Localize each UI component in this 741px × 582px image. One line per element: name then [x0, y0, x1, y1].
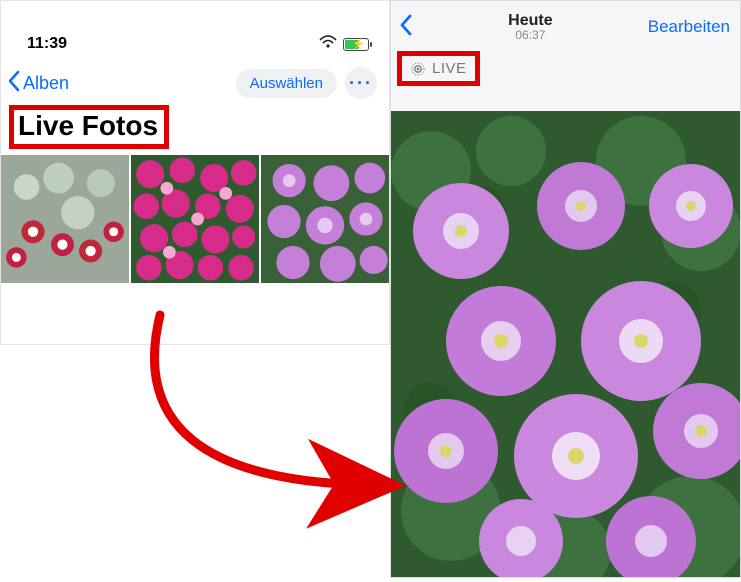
photo-grid [1, 155, 389, 283]
wifi-icon [319, 35, 337, 54]
back-label: Alben [23, 73, 69, 94]
battery-icon: ⚡ [343, 38, 369, 51]
highlight-box-live-badge: LIVE [397, 51, 480, 86]
photo-detail-screen: Heute 06:37 Bearbeiten LIVE [390, 0, 741, 578]
highlight-box-title: Live Fotos [9, 105, 169, 149]
edit-button[interactable]: Bearbeiten [648, 17, 730, 37]
album-grid-screen: 11:39 ⚡ Alben Auswählen ··· Live Fotos [0, 0, 390, 345]
status-bar: 11:39 ⚡ [1, 1, 389, 47]
ellipsis-icon: ··· [349, 73, 373, 94]
nav-header: Alben Auswählen ··· [1, 47, 389, 101]
chevron-left-icon [7, 70, 21, 97]
live-photo-icon [410, 61, 426, 77]
photo-thumbnail[interactable] [1, 155, 129, 283]
back-button[interactable] [399, 14, 413, 41]
live-badge-label: LIVE [432, 60, 467, 77]
status-icons: ⚡ [319, 35, 369, 54]
photo-thumbnail[interactable] [131, 155, 259, 283]
photo-thumbnail[interactable] [261, 155, 389, 283]
status-time: 11:39 [27, 35, 319, 53]
detail-subtitle: 06:37 [413, 29, 648, 42]
back-button[interactable]: Alben [7, 70, 69, 97]
photo-viewer[interactable] [391, 111, 740, 577]
detail-header: Heute 06:37 Bearbeiten [391, 1, 740, 49]
album-title: Live Fotos [18, 110, 158, 141]
more-button[interactable]: ··· [345, 67, 377, 99]
detail-title: Heute [413, 12, 648, 30]
select-button[interactable]: Auswählen [236, 69, 337, 98]
